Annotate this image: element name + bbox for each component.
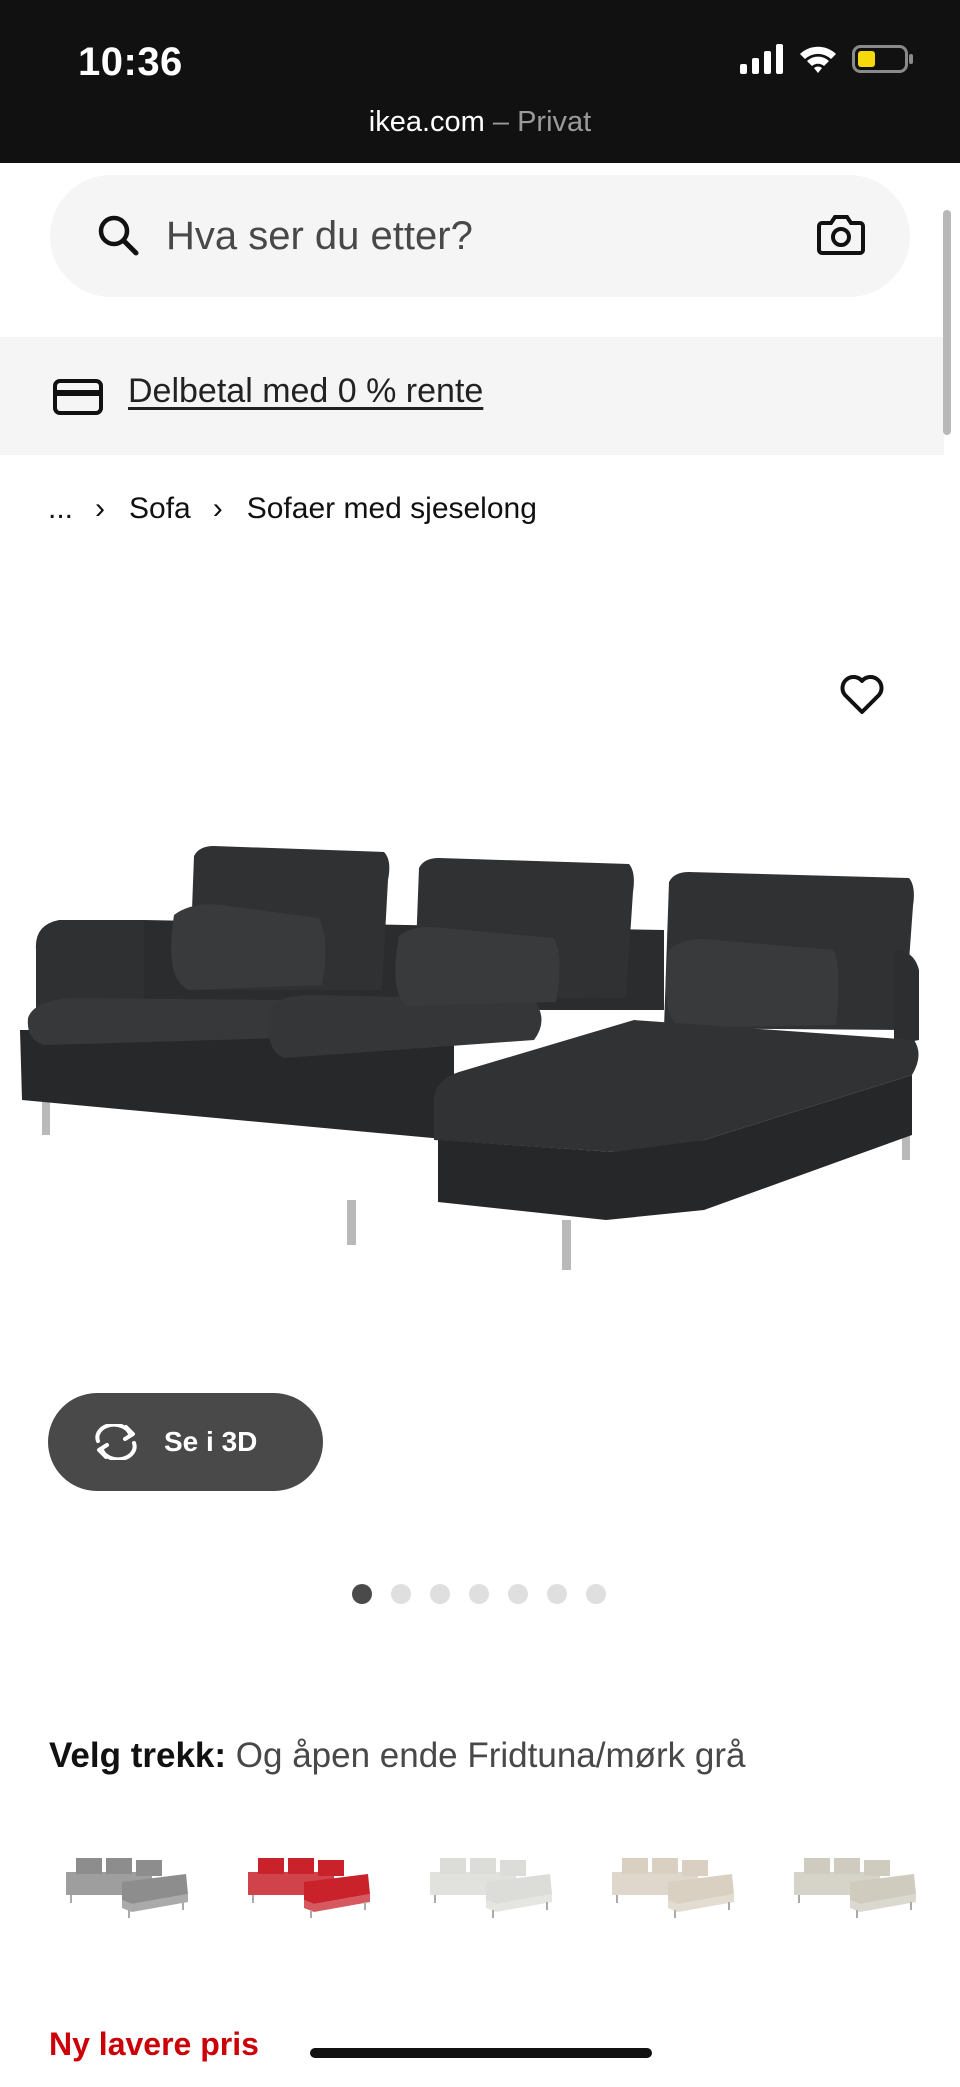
view-in-3d-label: Se i 3D xyxy=(164,1426,258,1457)
breadcrumb-separator-icon: › xyxy=(95,492,106,525)
cover-swatch-red[interactable] xyxy=(244,1850,374,1922)
battery-icon xyxy=(852,45,913,73)
status-icons xyxy=(740,44,914,74)
cover-prefix: Velg trekk: xyxy=(49,1736,227,1775)
carousel-dot-active[interactable] xyxy=(352,1584,372,1604)
status-bar: 10:36 ikea.com – Privat xyxy=(0,0,960,163)
credit-card-icon xyxy=(53,379,103,415)
carousel-dot[interactable] xyxy=(469,1584,489,1604)
cover-swatch-beige[interactable] xyxy=(608,1850,738,1922)
cover-swatch-light-grey-white[interactable] xyxy=(426,1850,556,1922)
image-carousel-indicator xyxy=(352,1584,606,1604)
breadcrumb-ellipsis[interactable]: ... xyxy=(48,492,73,526)
new-lower-price-badge: Ny lavere pris xyxy=(49,2026,259,2062)
cover-swatch-grey[interactable] xyxy=(62,1850,192,1922)
installment-payment-link[interactable]: Delbetal med 0 % rente xyxy=(128,372,483,411)
breadcrumb-item-sofas-with-chaise[interactable]: Sofaer med sjeselong xyxy=(247,492,537,526)
cover-swatch-light-beige-grey[interactable] xyxy=(790,1850,920,1922)
cellular-signal-icon xyxy=(740,44,783,74)
cover-selection-label: Velg trekk: Og åpen ende Fridtuna/mørk g… xyxy=(49,1736,746,1776)
url-bar[interactable]: ikea.com – Privat xyxy=(0,106,960,139)
breadcrumb-separator-icon: › xyxy=(212,492,223,525)
url-private-label: – Privat xyxy=(484,106,592,138)
breadcrumb-item-sofa[interactable]: Sofa xyxy=(129,492,191,526)
add-to-favorites-button[interactable] xyxy=(836,668,888,720)
wifi-icon xyxy=(800,46,836,73)
search-input[interactable] xyxy=(166,203,766,269)
carousel-dot[interactable] xyxy=(430,1584,450,1604)
view-in-3d-button[interactable]: Se i 3D xyxy=(48,1393,323,1491)
url-host: ikea.com xyxy=(368,106,485,138)
carousel-dot[interactable] xyxy=(586,1584,606,1604)
heart-outline-icon xyxy=(840,675,884,714)
carousel-dot[interactable] xyxy=(547,1584,567,1604)
search-icon[interactable] xyxy=(94,211,142,259)
carousel-dot[interactable] xyxy=(508,1584,528,1604)
payment-promo-banner: Delbetal med 0 % rente xyxy=(0,337,944,455)
product-image xyxy=(20,846,919,1270)
scrollbar-thumb[interactable] xyxy=(943,210,951,435)
camera-icon[interactable] xyxy=(816,211,866,257)
search-bar[interactable] xyxy=(50,175,910,297)
cover-swatches xyxy=(62,1850,920,1922)
carousel-dot[interactable] xyxy=(391,1584,411,1604)
breadcrumb: ... › Sofa › Sofaer med sjeselong xyxy=(48,492,537,526)
cover-value: Og åpen ende Fridtuna/mørk grå xyxy=(235,1736,746,1775)
rotate-3d-icon xyxy=(95,1424,137,1460)
status-time: 10:36 xyxy=(78,40,183,84)
home-indicator[interactable] xyxy=(310,2048,652,2058)
